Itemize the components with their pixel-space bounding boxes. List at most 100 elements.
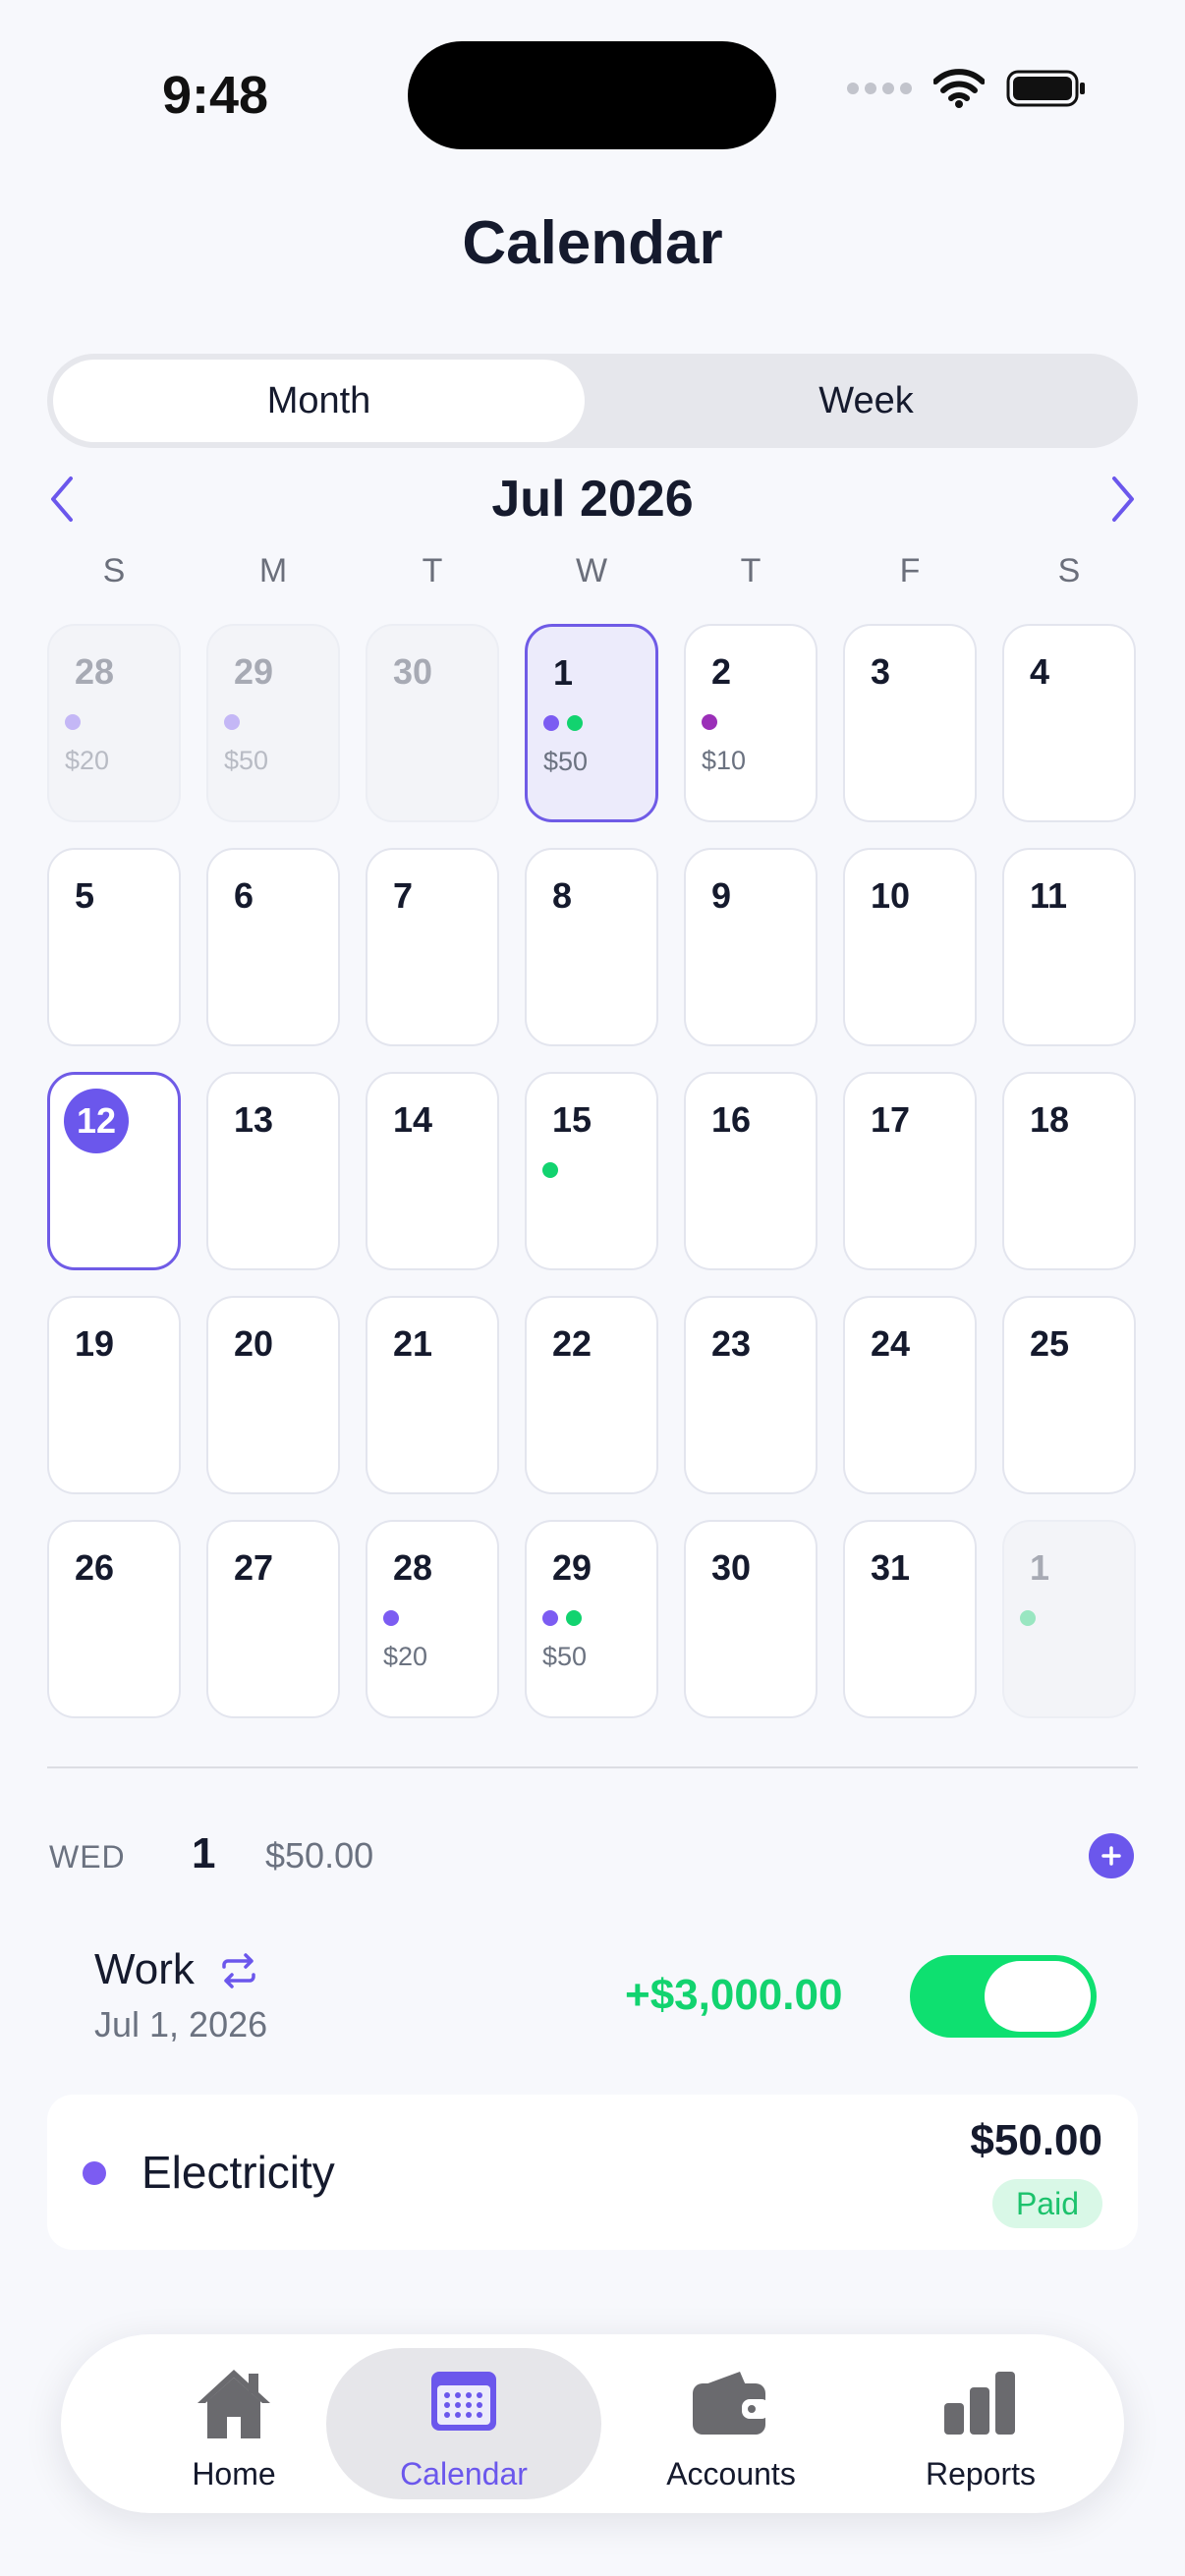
calendar-day-cell[interactable]: 24	[843, 1296, 977, 1494]
weekday-label: F	[899, 552, 921, 589]
calendar-day-cell[interactable]: 12	[47, 1072, 181, 1270]
event-dots	[1020, 1610, 1036, 1626]
repeat-icon	[222, 1953, 255, 1988]
calendar-day-cell[interactable]: 22	[525, 1296, 658, 1494]
calendar-day-cell[interactable]: 19	[47, 1296, 181, 1494]
calendar-day-cell[interactable]: 2 $10	[684, 624, 818, 822]
calendar-day-cell[interactable]: 3	[843, 624, 977, 822]
calendar-day-cell[interactable]: 30	[366, 624, 499, 822]
month-label: Jul 2026	[491, 471, 694, 528]
segment-month[interactable]: Month	[53, 360, 585, 442]
home-icon	[198, 2370, 270, 2438]
day-number: 23	[711, 1323, 752, 1364]
calendar-day-cell[interactable]: 21	[366, 1296, 499, 1494]
bar-chart-icon	[944, 2372, 1015, 2435]
calendar-day-cell[interactable]: 29 $50	[206, 624, 340, 822]
event-dot	[383, 1610, 399, 1626]
tab-calendar[interactable]: Calendar	[326, 2348, 601, 2499]
calendar-day-cell[interactable]: 27	[206, 1520, 340, 1718]
day-amount: $50	[543, 747, 589, 776]
day-number: 3	[871, 651, 891, 692]
event-dots	[383, 1610, 399, 1626]
day-number: 16	[711, 1099, 752, 1140]
event-dot	[542, 1162, 558, 1178]
day-number: 27	[234, 1547, 274, 1588]
calendar-day-cell[interactable]: 25	[1002, 1296, 1136, 1494]
add-transaction-button[interactable]	[1089, 1833, 1134, 1878]
paid-badge[interactable]: Paid	[991, 2179, 1102, 2228]
day-amount: $20	[65, 746, 110, 775]
weekday-label: T	[422, 552, 443, 589]
calendar-day-cell[interactable]: 17	[843, 1072, 977, 1270]
calendar-day-cell[interactable]: 13	[206, 1072, 340, 1270]
day-number: 14	[393, 1099, 433, 1140]
income-toggle[interactable]	[910, 1955, 1097, 2038]
tab-reports-label: Reports	[925, 2456, 1037, 2492]
day-number: 29	[552, 1547, 592, 1588]
event-dot	[543, 715, 559, 731]
calendar-day-cell[interactable]: 7	[366, 848, 499, 1046]
calendar-day-cell[interactable]: 30	[684, 1520, 818, 1718]
day-number: 1	[1030, 1547, 1050, 1588]
calendar-day-cell[interactable]: 6	[206, 848, 340, 1046]
segment-week[interactable]: Week	[600, 360, 1132, 442]
bill-card[interactable]: Electricity $50.00 Paid	[47, 2095, 1138, 2250]
calendar-day-cell[interactable]: 23	[684, 1296, 818, 1494]
event-dot	[1020, 1610, 1036, 1626]
day-number: 2	[711, 651, 732, 692]
event-dots	[702, 714, 717, 730]
tab-calendar-label: Calendar	[400, 2456, 528, 2492]
calendar-day-cell[interactable]: 28 $20	[366, 1520, 499, 1718]
tab-accounts[interactable]: Accounts	[593, 2348, 869, 2499]
day-number: 12	[64, 1089, 129, 1153]
status-icons	[847, 69, 1087, 108]
day-number: 4	[1030, 651, 1050, 692]
day-number: 28	[393, 1547, 433, 1588]
weekday-label: W	[575, 552, 608, 589]
day-number: 30	[711, 1547, 752, 1588]
calendar-day-cell[interactable]: 28 $20	[47, 624, 181, 822]
calendar-day-cell[interactable]: 4	[1002, 624, 1136, 822]
weekday-label: M	[258, 552, 288, 589]
calendar-day-cell[interactable]: 15	[525, 1072, 658, 1270]
day-number: 30	[393, 651, 433, 692]
calendar-day-cell[interactable]: 11	[1002, 848, 1136, 1046]
day-number: 11	[1030, 875, 1068, 916]
event-dots	[65, 714, 81, 730]
calendar-day-cell[interactable]: 1 $50	[525, 624, 658, 822]
day-number: 5	[75, 875, 95, 916]
day-number: 6	[234, 875, 254, 916]
calendar-day-cell[interactable]: 10	[843, 848, 977, 1046]
income-date: Jul 1, 2026	[94, 2004, 268, 2044]
next-month-button[interactable]	[1099, 470, 1148, 529]
calendar-day-cell[interactable]: 16	[684, 1072, 818, 1270]
tab-reports[interactable]: Reports	[843, 2348, 1118, 2499]
calendar-day-cell[interactable]: 5	[47, 848, 181, 1046]
calendar-day-cell[interactable]: 14	[366, 1072, 499, 1270]
event-dots	[542, 1162, 558, 1178]
day-number: 29	[234, 651, 274, 692]
day-number: 1	[553, 652, 574, 693]
event-dot	[567, 715, 583, 731]
day-amount: $20	[383, 1642, 428, 1671]
event-dots	[543, 715, 583, 731]
day-number: 13	[234, 1099, 274, 1140]
event-dot	[702, 714, 717, 730]
calendar-day-cell[interactable]: 26	[47, 1520, 181, 1718]
calendar-day-cell[interactable]: 31	[843, 1520, 977, 1718]
calendar-day-cell[interactable]: 8	[525, 848, 658, 1046]
bill-name: Electricity	[141, 2147, 335, 2198]
weekday-label: S	[1057, 552, 1081, 589]
calendar-day-cell[interactable]: 9	[684, 848, 818, 1046]
calendar-day-cell[interactable]: 1	[1002, 1520, 1136, 1718]
event-dot	[65, 714, 81, 730]
weekday-label: S	[102, 552, 126, 589]
day-number: 22	[552, 1323, 592, 1364]
dynamic-island	[408, 41, 776, 149]
calendar-day-cell[interactable]: 18	[1002, 1072, 1136, 1270]
calendar-day-cell[interactable]: 20	[206, 1296, 340, 1494]
weekday-header: SMTWTFS	[47, 552, 1138, 597]
status-time: 9:48	[162, 66, 269, 125]
calendar-day-cell[interactable]: 29 $50	[525, 1520, 658, 1718]
wifi-icon	[933, 69, 985, 108]
